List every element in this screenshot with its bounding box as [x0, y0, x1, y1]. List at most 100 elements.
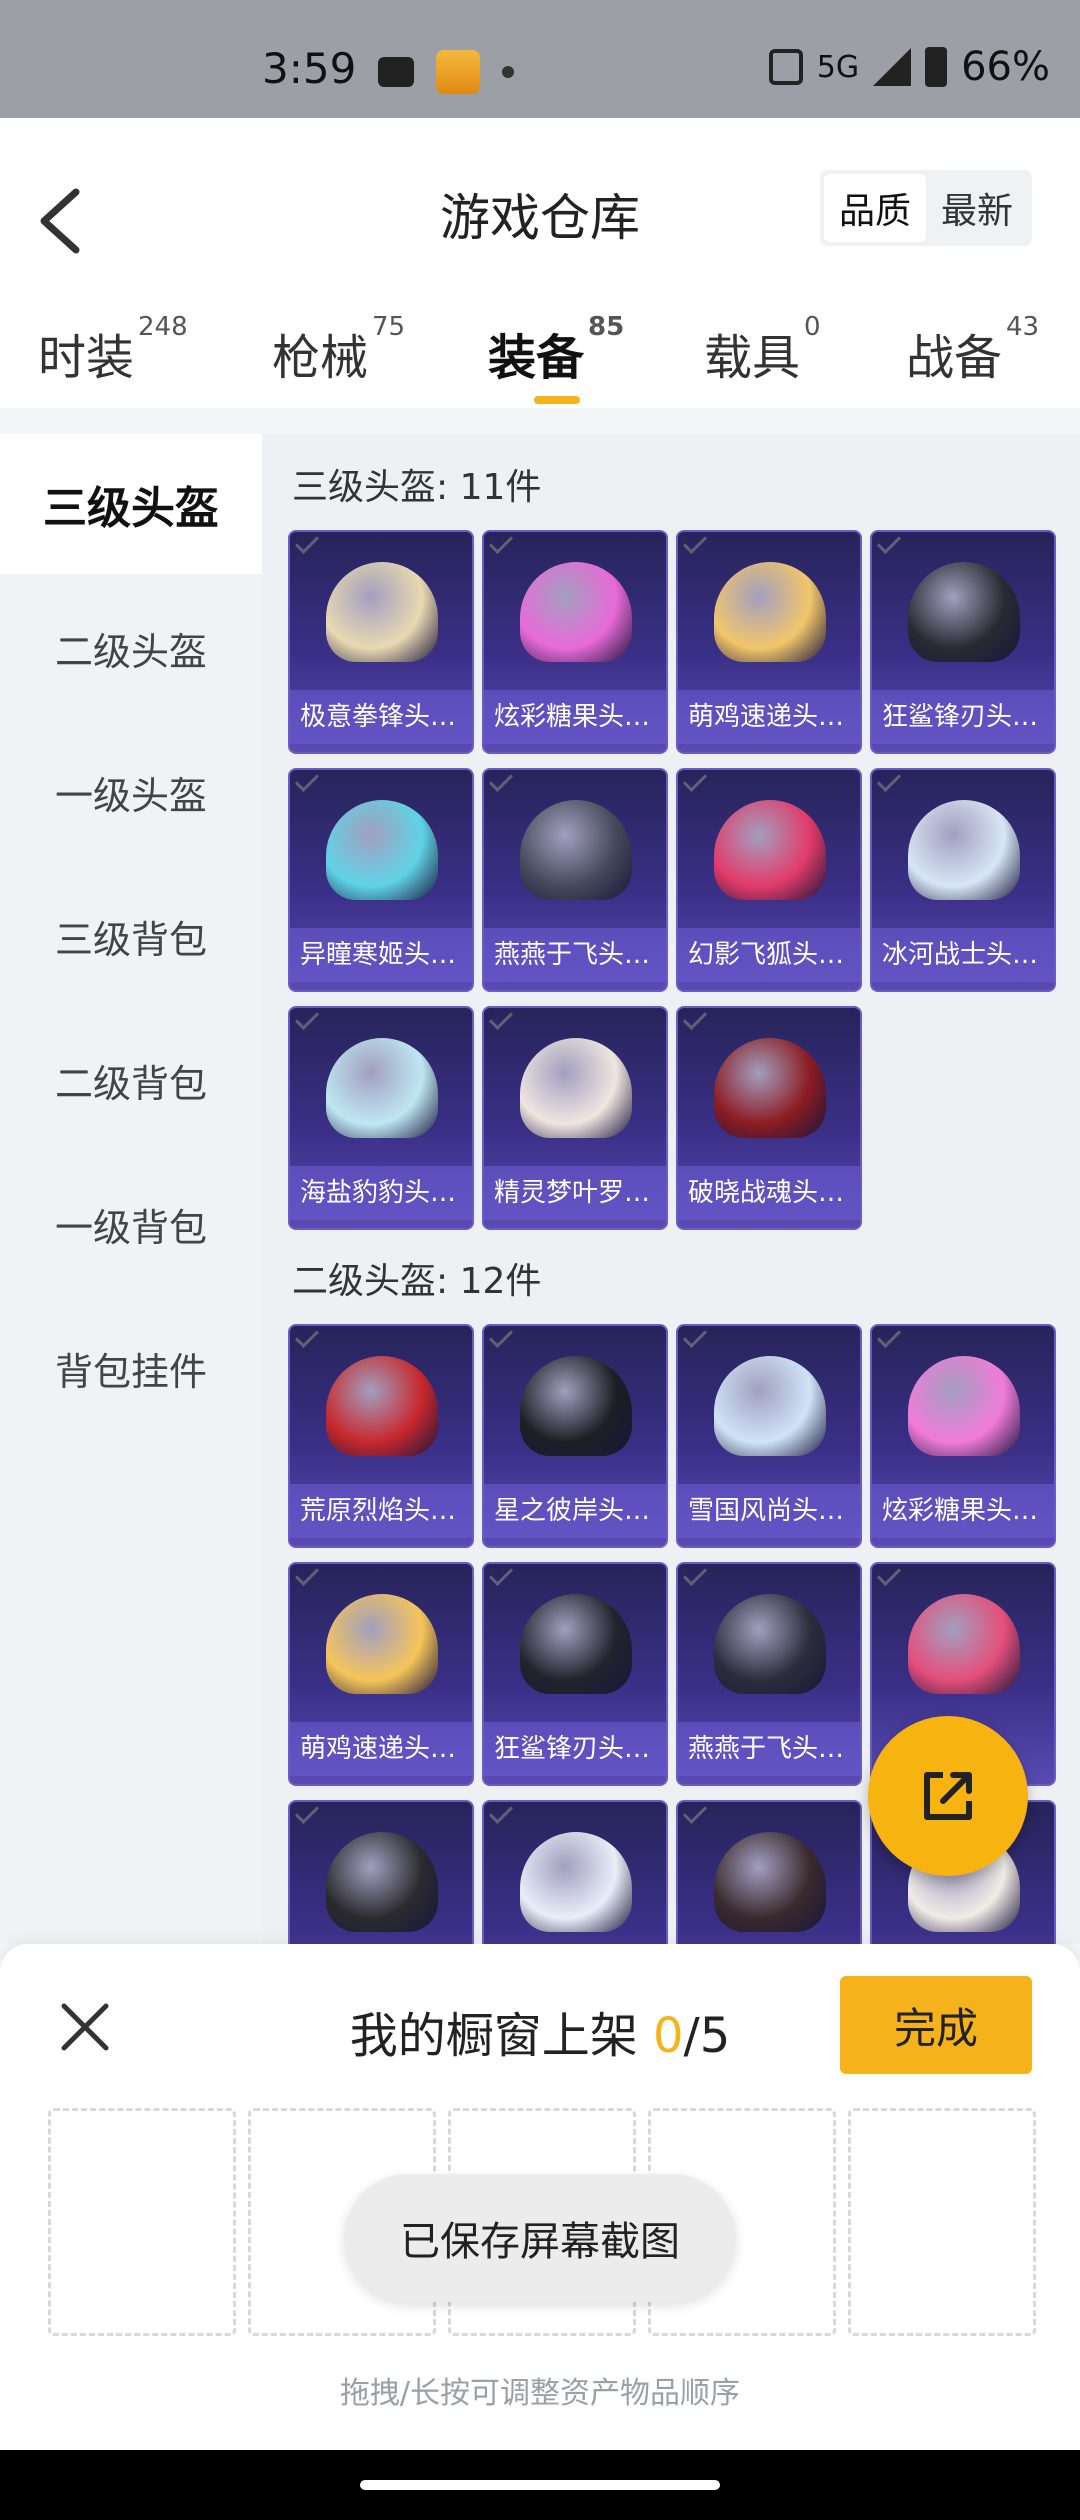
helmet-icon [908, 1594, 1020, 1694]
item-card[interactable]: 幻影飞狐头盔... [676, 768, 862, 992]
showcase-slot[interactable] [48, 2108, 236, 2336]
item-name: 冰河战士头盔... [872, 928, 1054, 982]
helmet-icon [326, 800, 438, 900]
item-card[interactable]: 海盐豹豹头盔... [288, 1006, 474, 1230]
item-card[interactable]: 荒原烈焰头盔... [288, 1324, 474, 1548]
item-card[interactable]: 萌鸡速递头盔... [288, 1562, 474, 1786]
helmet-icon [520, 1832, 632, 1932]
share-button[interactable] [868, 1716, 1028, 1876]
item-card[interactable]: 炫彩糖果头盔... [482, 530, 668, 754]
item-card[interactable]: 狂鲨锋刃头盔... [870, 530, 1056, 754]
sort-newest-button[interactable]: 最新 [926, 174, 1028, 242]
helmet-icon [326, 1594, 438, 1694]
helmet-icon [326, 1356, 438, 1456]
category-sidebar: 三级头盔 二级头盔 一级头盔 三级背包 二级背包 一级背包 背包挂件 [0, 434, 262, 1944]
item-card[interactable]: 萌鸡速递头盔... [676, 530, 862, 754]
tab-vehicles[interactable]: 载具0 [704, 312, 821, 388]
item-name: 狂鲨锋刃头盔... [484, 1722, 666, 1776]
item-name: 异瞳寒姬头盔... [290, 928, 472, 982]
item-name: 燕燕于飞头盔... [484, 928, 666, 982]
item-card[interactable]: 星之彼岸头盔... [482, 1324, 668, 1548]
item-name: 雪国风尚头盔... [678, 1484, 860, 1538]
helmet-icon [326, 1832, 438, 1932]
checkmark-icon [682, 1326, 708, 1349]
sidebar-item-level2-helmet[interactable]: 二级头盔 [0, 578, 262, 718]
tab-count: 0 [804, 312, 821, 342]
tab-label: 装备 [488, 330, 585, 386]
helmet-icon [908, 800, 1020, 900]
toast-message: 已保存屏幕截图 [344, 2174, 736, 2302]
item-name: 萌鸡速递头盔... [290, 1722, 472, 1776]
tab-count: 248 [138, 312, 188, 342]
system-icons: 5G 66% [768, 44, 1050, 90]
checkmark-icon [488, 1008, 514, 1031]
sidebar-item-level3-backpack[interactable]: 三级背包 [0, 866, 262, 1006]
done-button[interactable]: 完成 [840, 1976, 1032, 2074]
helmet-icon [520, 1594, 632, 1694]
active-tab-indicator [534, 396, 580, 404]
item-card[interactable]: 冰河战士头盔... [870, 768, 1056, 992]
item-card[interactable]: 雪国风尚头盔... [676, 1324, 862, 1548]
tab-fashion[interactable]: 时装248 [38, 312, 188, 388]
home-gesture-bar[interactable] [360, 2480, 720, 2490]
item-card[interactable] [676, 1800, 862, 1944]
checkmark-icon [294, 1802, 320, 1825]
helmet-icon [714, 1356, 826, 1456]
checkmark-icon [294, 1008, 320, 1031]
checkmark-icon [294, 1326, 320, 1349]
item-name: 精灵梦叶罗丽... [484, 1166, 666, 1220]
helmet-icon [326, 562, 438, 662]
tab-supplies[interactable]: 战备43 [906, 312, 1039, 388]
item-card[interactable]: 异瞳寒姬头盔... [288, 768, 474, 992]
checkmark-icon [682, 770, 708, 793]
item-name: 炫彩糖果头盔... [872, 1484, 1054, 1538]
header: 游戏仓库 品质 最新 时装248 枪械75 装备85 载具0 战备43 [0, 118, 1080, 408]
tab-equipment[interactable]: 装备85 [488, 312, 624, 404]
sidebar-item-level2-backpack[interactable]: 二级背包 [0, 1010, 262, 1150]
checkmark-icon [682, 1802, 708, 1825]
sort-quality-button[interactable]: 品质 [824, 174, 926, 242]
item-card[interactable]: 燕燕于飞头盔... [676, 1562, 862, 1786]
sidebar-item-backpack-charm[interactable]: 背包挂件 [0, 1298, 262, 1438]
checkmark-icon [682, 532, 708, 555]
notification-icons [378, 50, 514, 94]
checkmark-icon [488, 1564, 514, 1587]
helmet-icon [714, 1832, 826, 1932]
share-icon [924, 1772, 972, 1820]
item-card[interactable]: 狂鲨锋刃头盔... [482, 1562, 668, 1786]
item-name: 幻影飞狐头盔... [678, 928, 860, 982]
category-tabs: 时装248 枪械75 装备85 载具0 战备43 [0, 312, 1080, 408]
navigation-bar [0, 2450, 1080, 2520]
helmet-icon [908, 1356, 1020, 1456]
helmet-icon [714, 1038, 826, 1138]
checkmark-icon [488, 532, 514, 555]
checkmark-icon [294, 532, 320, 555]
item-card[interactable] [288, 1800, 474, 1944]
helmet-icon [908, 562, 1020, 662]
sidebar-item-level1-helmet[interactable]: 一级头盔 [0, 722, 262, 862]
app-notification-icon [436, 50, 480, 94]
showcase-slot[interactable] [848, 2108, 1036, 2336]
section-title: 三级头盔: 11件 [292, 467, 542, 508]
checkmark-icon [876, 532, 902, 555]
item-card[interactable]: 破晓战魂头盔... [676, 1006, 862, 1230]
sidebar-item-level3-helmet[interactable]: 三级头盔 [0, 434, 262, 574]
sidebar-item-level1-backpack[interactable]: 一级背包 [0, 1154, 262, 1294]
tab-count: 43 [1006, 312, 1040, 342]
checkmark-icon [876, 1564, 902, 1587]
item-card[interactable]: 燕燕于飞头盔... [482, 768, 668, 992]
helmet-icon [520, 1038, 632, 1138]
item-card[interactable]: 炫彩糖果头盔... [870, 1324, 1056, 1548]
item-card[interactable]: 极意拳锋头盔... [288, 530, 474, 754]
item-name: 极意拳锋头盔... [290, 690, 472, 744]
checkmark-icon [488, 770, 514, 793]
item-card[interactable]: 精灵梦叶罗丽... [482, 1006, 668, 1230]
battery-percent: 66% [961, 44, 1050, 90]
item-name: 萌鸡速递头盔... [678, 690, 860, 744]
tab-guns[interactable]: 枪械75 [272, 312, 405, 388]
item-card[interactable] [482, 1800, 668, 1944]
vibrate-icon [768, 49, 803, 85]
showcase-total: /5 [683, 2008, 731, 2064]
showcase-count: 0 [653, 2008, 684, 2064]
item-name: 海盐豹豹头盔... [290, 1166, 472, 1220]
